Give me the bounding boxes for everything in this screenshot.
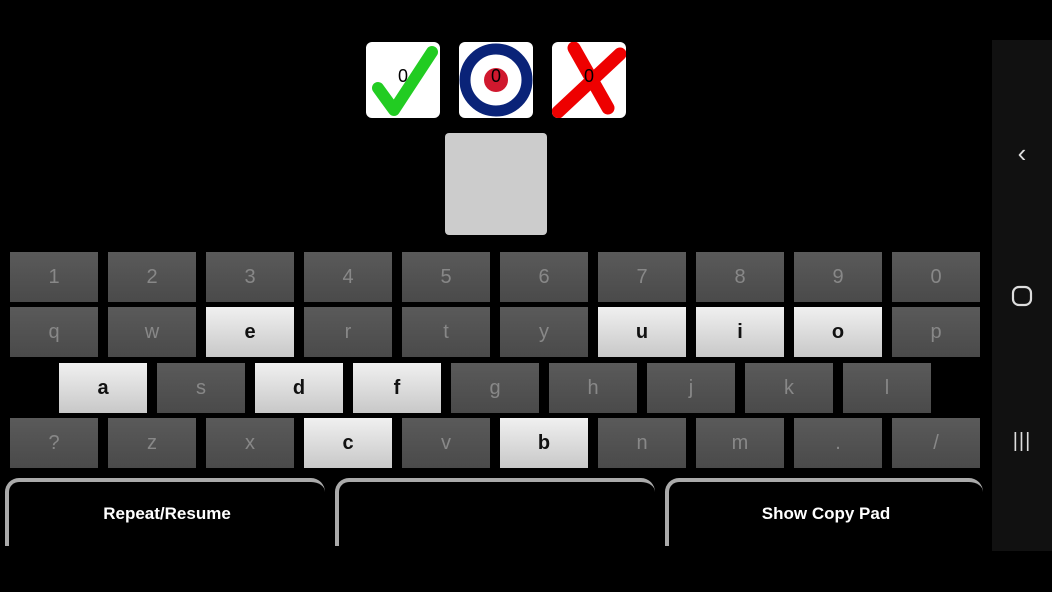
recents-icon[interactable]: ||| [992, 430, 1052, 453]
key-f[interactable]: f [353, 363, 441, 413]
key-p[interactable]: p [892, 307, 980, 357]
key-1[interactable]: 1 [10, 252, 98, 302]
navigation-bar: ‹ ||| [992, 40, 1052, 551]
key-i[interactable]: i [696, 307, 784, 357]
key-7[interactable]: 7 [598, 252, 686, 302]
blank-button[interactable] [335, 478, 655, 546]
key-r[interactable]: r [304, 307, 392, 357]
show-copy-pad-button[interactable]: Show Copy Pad [665, 478, 983, 546]
key-5[interactable]: 5 [402, 252, 490, 302]
key-w[interactable]: w [108, 307, 196, 357]
key-l[interactable]: l [843, 363, 931, 413]
wrong-count: 0 [583, 66, 594, 86]
key-e[interactable]: e [206, 307, 294, 357]
key-m[interactable]: m [696, 418, 784, 468]
key-j[interactable]: j [647, 363, 735, 413]
wrong-score: 0 [552, 42, 626, 118]
key-2[interactable]: 2 [108, 252, 196, 302]
correct-count: 0 [397, 66, 408, 86]
key-o[interactable]: o [794, 307, 882, 357]
key-x[interactable]: x [206, 418, 294, 468]
correct-score: 0 [366, 42, 440, 118]
key-b[interactable]: b [500, 418, 588, 468]
target-count: 0 [490, 66, 501, 86]
key-?[interactable]: ? [10, 418, 98, 468]
key-8[interactable]: 8 [696, 252, 784, 302]
repeat-resume-button[interactable]: Repeat/Resume [5, 478, 325, 546]
key-u[interactable]: u [598, 307, 686, 357]
key-4[interactable]: 4 [304, 252, 392, 302]
target-score: 0 [459, 42, 533, 118]
key-.[interactable]: . [794, 418, 882, 468]
key-h[interactable]: h [549, 363, 637, 413]
key-c[interactable]: c [304, 418, 392, 468]
key-6[interactable]: 6 [500, 252, 588, 302]
key-s[interactable]: s [157, 363, 245, 413]
copy-pad-display [445, 133, 547, 235]
key-g[interactable]: g [451, 363, 539, 413]
key-d[interactable]: d [255, 363, 343, 413]
key-q[interactable]: q [10, 307, 98, 357]
back-icon[interactable]: ‹ [992, 138, 1052, 169]
key-v[interactable]: v [402, 418, 490, 468]
key-y[interactable]: y [500, 307, 588, 357]
key-3[interactable]: 3 [206, 252, 294, 302]
key-z[interactable]: z [108, 418, 196, 468]
key-a[interactable]: a [59, 363, 147, 413]
key-0[interactable]: 0 [892, 252, 980, 302]
key-t[interactable]: t [402, 307, 490, 357]
key-k[interactable]: k [745, 363, 833, 413]
key-9[interactable]: 9 [794, 252, 882, 302]
home-icon[interactable] [992, 285, 1052, 312]
key-n[interactable]: n [598, 418, 686, 468]
key-/[interactable]: / [892, 418, 980, 468]
